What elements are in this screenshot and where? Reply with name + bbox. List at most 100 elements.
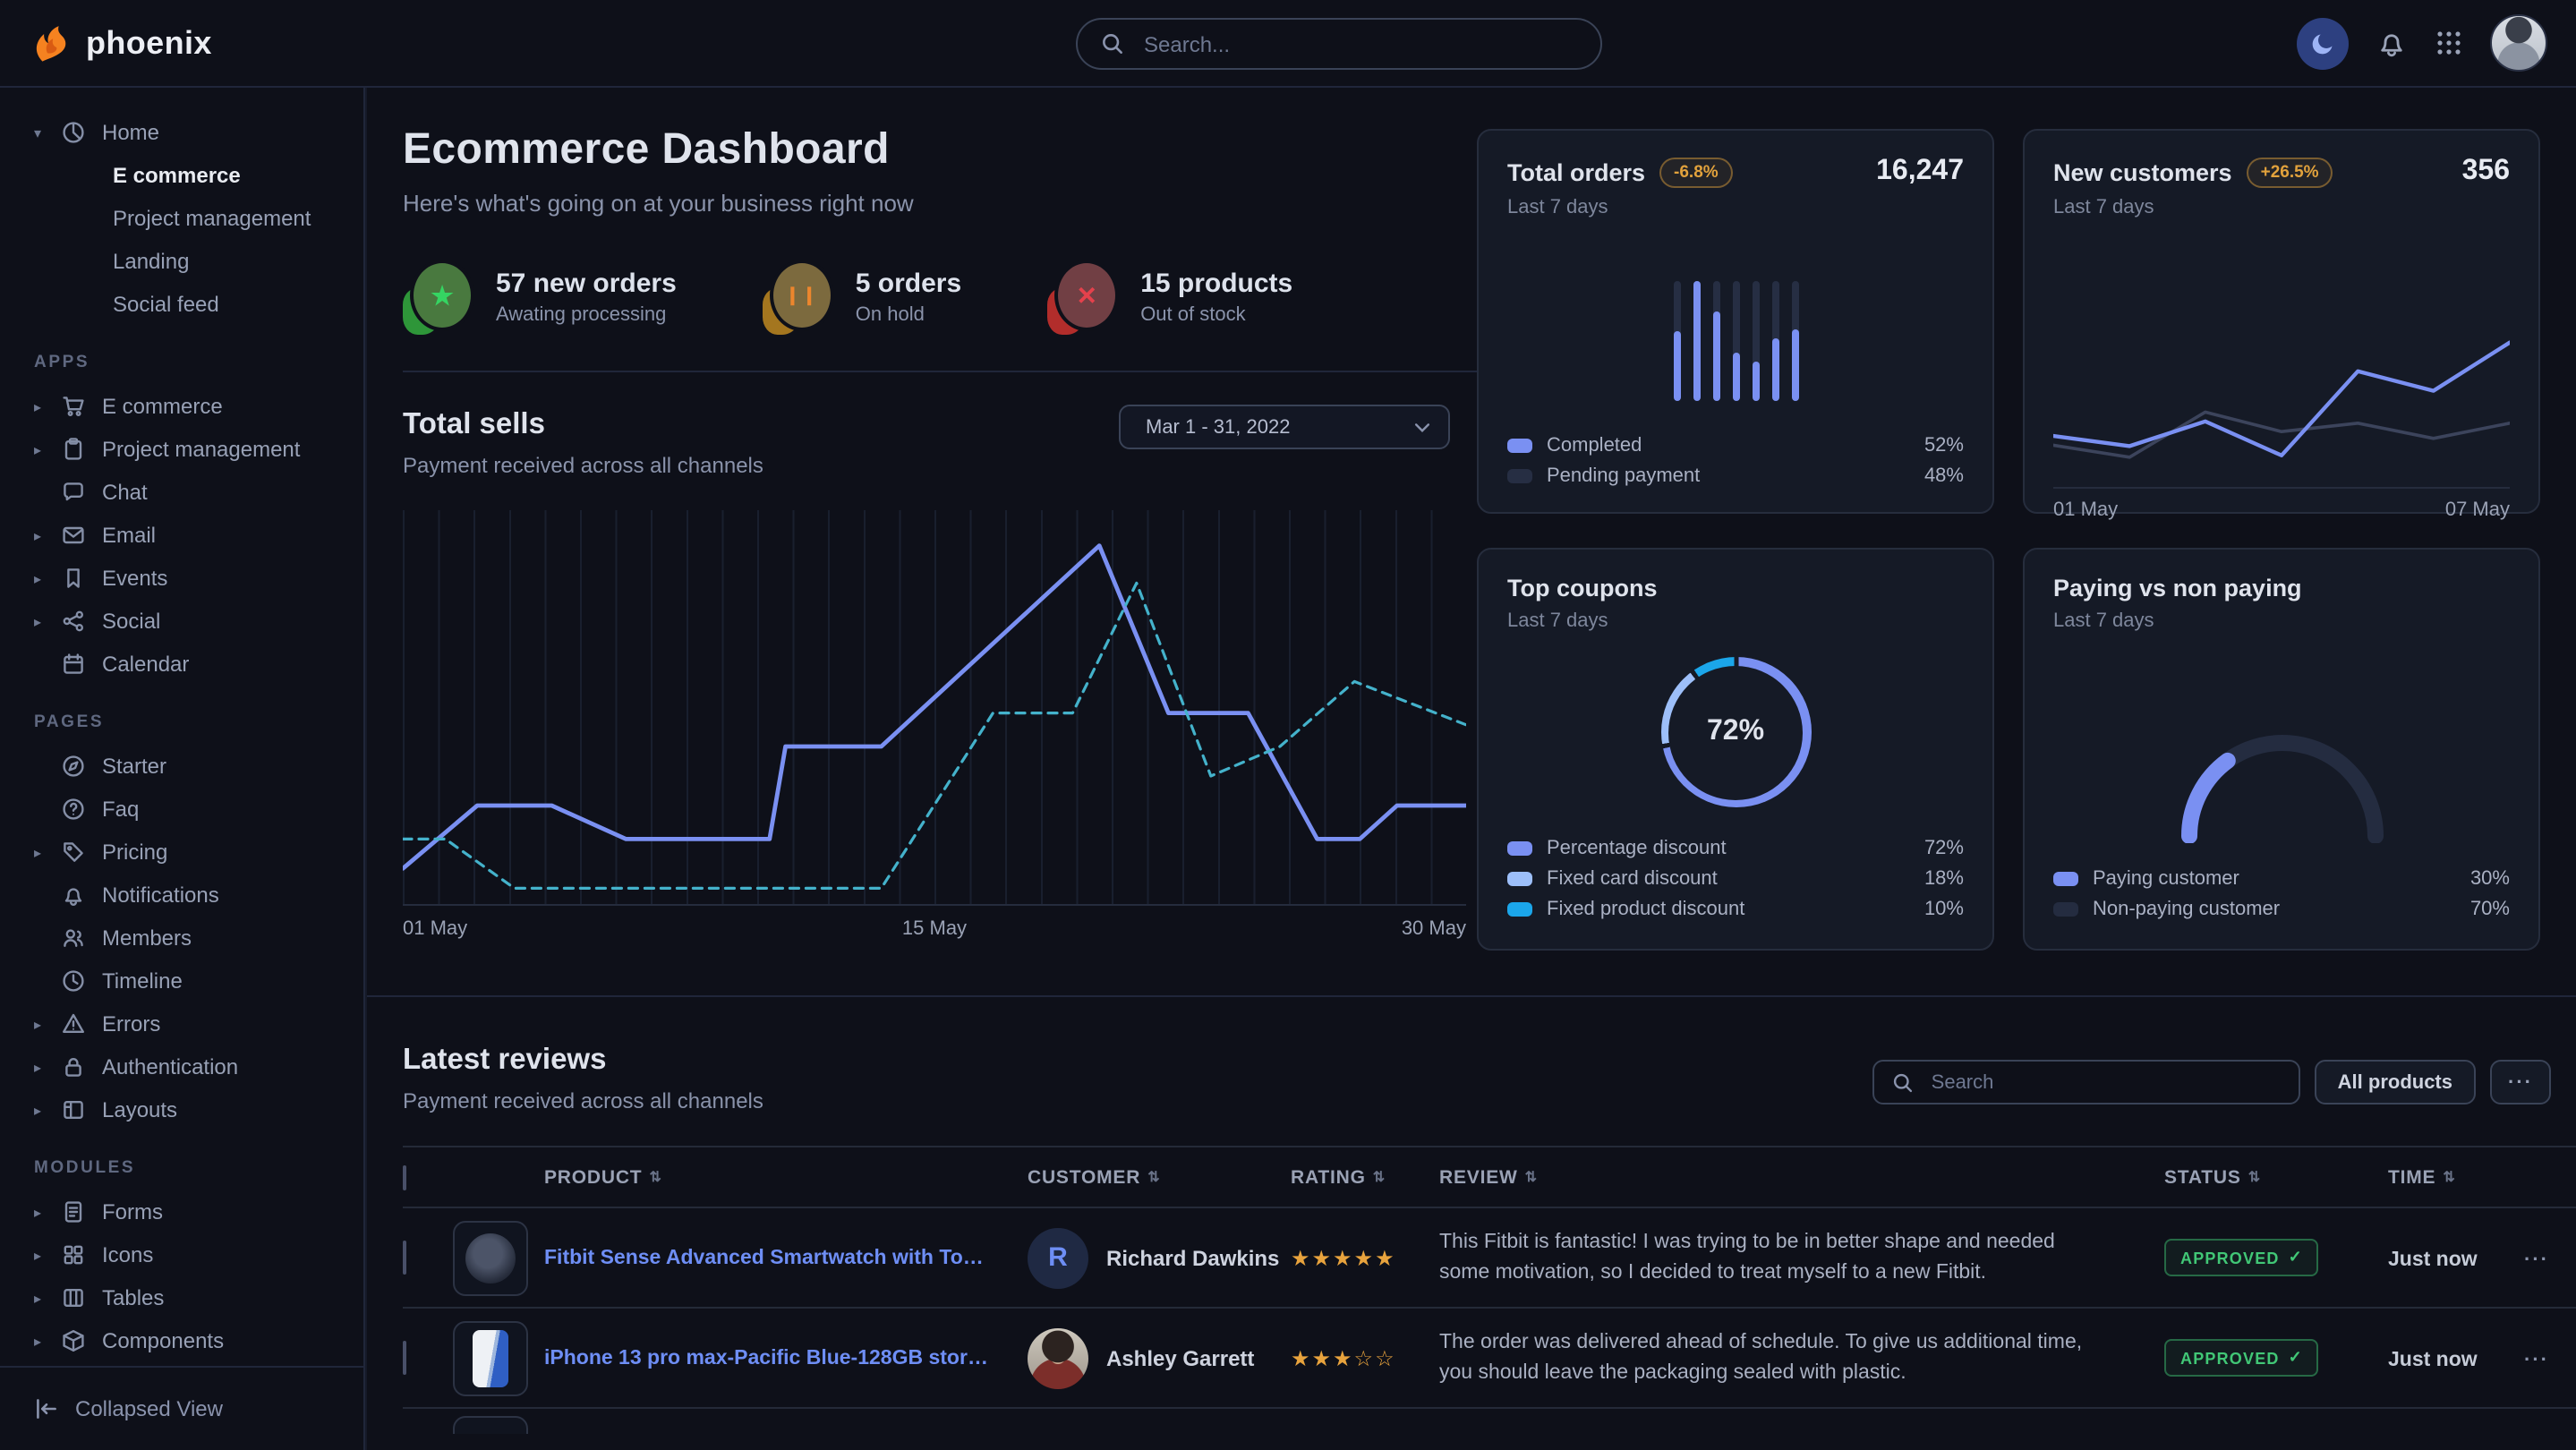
product-link[interactable]: iPhone 13 pro max-Pacific Blue-128GB sto… <box>544 1347 1028 1369</box>
reviews-more-button[interactable]: ··· <box>2490 1060 2551 1105</box>
legend-label: Paying customer <box>2093 867 2239 889</box>
bar-track <box>1771 281 1778 401</box>
kpi-cards-grid: Total orders -6.8% 16,247 Last 7 days Co… <box>1477 129 2540 951</box>
lock-icon <box>61 1054 86 1079</box>
card-period: Last 7 days <box>2053 197 2510 218</box>
check-icon: ✓ <box>2289 1248 2303 1267</box>
select-all-checkbox[interactable] <box>403 1164 406 1190</box>
sidebar-item-email[interactable]: ▸Email <box>0 514 363 557</box>
moon-icon <box>2309 30 2336 56</box>
sidebar: ▾HomeE commerceProject managementLanding… <box>0 86 365 1450</box>
sidebar-section-pages: PAGES <box>34 712 363 732</box>
sidebar-item-components[interactable]: ▸Components <box>0 1319 363 1362</box>
column-header-customer[interactable]: CUSTOMER⇅ <box>1028 1166 1291 1188</box>
x-stat-icon: ✕ <box>1047 260 1119 335</box>
sidebar-item-faq[interactable]: Faq <box>0 788 363 831</box>
bar-track <box>1712 281 1719 401</box>
payment-previous-line <box>403 583 1466 888</box>
legend-item-fixed-product-discount: Fixed product discount10% <box>1507 893 1964 924</box>
product-thumbnail-watch[interactable] <box>453 1220 528 1295</box>
legend-item-non-paying-customer: Non-paying customer70% <box>2053 893 2510 924</box>
card-period: Last 7 days <box>1507 610 1964 632</box>
sidebar-item-members[interactable]: Members <box>0 917 363 960</box>
sidebar-item-project-management[interactable]: Project management <box>0 197 363 240</box>
dashboard-left-column: Ecommerce Dashboard Here's what's going … <box>403 86 1477 940</box>
box-icon <box>61 1328 86 1353</box>
column-header-product[interactable]: PRODUCT⇅ <box>544 1166 1028 1188</box>
row-checkbox[interactable] <box>403 1240 406 1274</box>
bell-icon <box>61 883 86 908</box>
legend-label: Completed <box>1547 434 1642 456</box>
theme-toggle-button[interactable] <box>2297 17 2349 69</box>
all-products-button[interactable]: All products <box>2315 1060 2476 1105</box>
sidebar-item-social[interactable]: ▸Social <box>0 600 363 643</box>
column-header-time[interactable]: TIME⇅ <box>2388 1166 2524 1188</box>
cell-time: Just now <box>2388 1241 2524 1274</box>
stat-title: 57 new orders <box>496 269 677 299</box>
notifications-button[interactable] <box>2376 27 2408 59</box>
sidebar-item-pricing[interactable]: ▸Pricing <box>0 831 363 874</box>
sidebar-item-timeline[interactable]: Timeline <box>0 960 363 1002</box>
sidebar-item-e-commerce[interactable]: E commerce <box>0 154 363 197</box>
sidebar-item-e-commerce[interactable]: ▸E commerce <box>0 385 363 428</box>
sidebar-item-authentication[interactable]: ▸Authentication <box>0 1045 363 1088</box>
collapse-sidebar-button[interactable]: Collapsed View <box>0 1366 363 1450</box>
apps-menu-button[interactable] <box>2435 29 2463 57</box>
sidebar-item-starter[interactable]: Starter <box>0 745 363 788</box>
date-range-picker[interactable]: Mar 1 - 31, 2022 <box>1119 405 1450 449</box>
caret-right-icon: ▸ <box>34 570 41 586</box>
pause-icon: ❙❙ <box>770 260 834 331</box>
sidebar-item-errors[interactable]: ▸Errors <box>0 1002 363 1045</box>
row-menu-button[interactable]: ··· <box>2524 1349 2549 1370</box>
app-viewport: phoenix <box>0 0 2576 1450</box>
reviews-search[interactable] <box>1872 1060 2300 1105</box>
caret-right-icon: ▸ <box>34 1102 41 1118</box>
card-value: 16,247 <box>1876 156 1964 188</box>
sidebar-item-calendar[interactable]: Calendar <box>0 643 363 686</box>
sidebar-item-project-management[interactable]: ▸Project management <box>0 428 363 471</box>
sidebar-item-notifications[interactable]: Notifications <box>0 874 363 917</box>
column-header-review[interactable]: REVIEW⇅ <box>1439 1166 2164 1188</box>
sidebar-item-home[interactable]: ▾Home <box>0 111 363 154</box>
column-header-status[interactable]: STATUS⇅ <box>2164 1166 2388 1188</box>
compass-icon <box>61 754 86 779</box>
cell-status: APPROVED✓ <box>2164 1239 2388 1276</box>
user-avatar[interactable] <box>2490 14 2547 72</box>
sidebar-item-landing[interactable]: Landing <box>0 240 363 283</box>
sidebar-item-layouts[interactable]: ▸Layouts <box>0 1088 363 1131</box>
sidebar-item-icons[interactable]: ▸Icons <box>0 1233 363 1276</box>
row-checkbox[interactable] <box>403 1340 406 1374</box>
sidebar-item-tables[interactable]: ▸Tables <box>0 1276 363 1319</box>
brand-logo[interactable]: phoenix <box>29 20 212 66</box>
legend-value: 52% <box>1924 434 1964 456</box>
global-search[interactable] <box>1076 18 1602 70</box>
brand-name: phoenix <box>86 24 212 62</box>
reviews-search-input[interactable] <box>1928 1070 2281 1095</box>
sort-icon: ⇅ <box>1147 1169 1160 1185</box>
legend-value: 48% <box>1924 465 1964 486</box>
column-header-rating[interactable]: RATING⇅ <box>1291 1166 1439 1188</box>
reviews-title: Latest reviews <box>403 1044 763 1078</box>
caret-right-icon: ▸ <box>34 613 41 629</box>
product-thumbnail-iphone[interactable] <box>453 1320 528 1395</box>
product-thumbnail[interactable] <box>453 1416 528 1434</box>
new-customers-lines <box>2053 317 2510 487</box>
bar-fill <box>1712 311 1719 402</box>
stat-text: 57 new ordersAwating processing <box>496 269 677 326</box>
reviews-table: PRODUCT⇅ CUSTOMER⇅ RATING⇅ REVIEW⇅ STATU… <box>403 1146 2576 1434</box>
sidebar-item-forms[interactable]: ▸Forms <box>0 1190 363 1233</box>
search-input[interactable] <box>1140 30 1577 58</box>
bar-track <box>1732 281 1739 401</box>
bar-fill <box>1732 353 1739 401</box>
legend-item-paying-customer: Paying customer30% <box>2053 863 2510 893</box>
sidebar-item-chat[interactable]: Chat <box>0 471 363 514</box>
sidebar-item-social-feed[interactable]: Social feed <box>0 283 363 326</box>
previous-week-line <box>2053 412 2510 456</box>
product-link[interactable]: Fitbit Sense Advanced Smartwatch with To… <box>544 1247 1028 1268</box>
sidebar-section-modules: MODULES <box>34 1158 363 1178</box>
sidebar-item-events[interactable]: ▸Events <box>0 557 363 600</box>
caret-right-icon: ▸ <box>34 844 41 860</box>
row-menu-button[interactable]: ··· <box>2524 1249 2549 1270</box>
legend-value: 72% <box>1924 837 1964 858</box>
grid-menu-icon <box>2435 29 2463 57</box>
